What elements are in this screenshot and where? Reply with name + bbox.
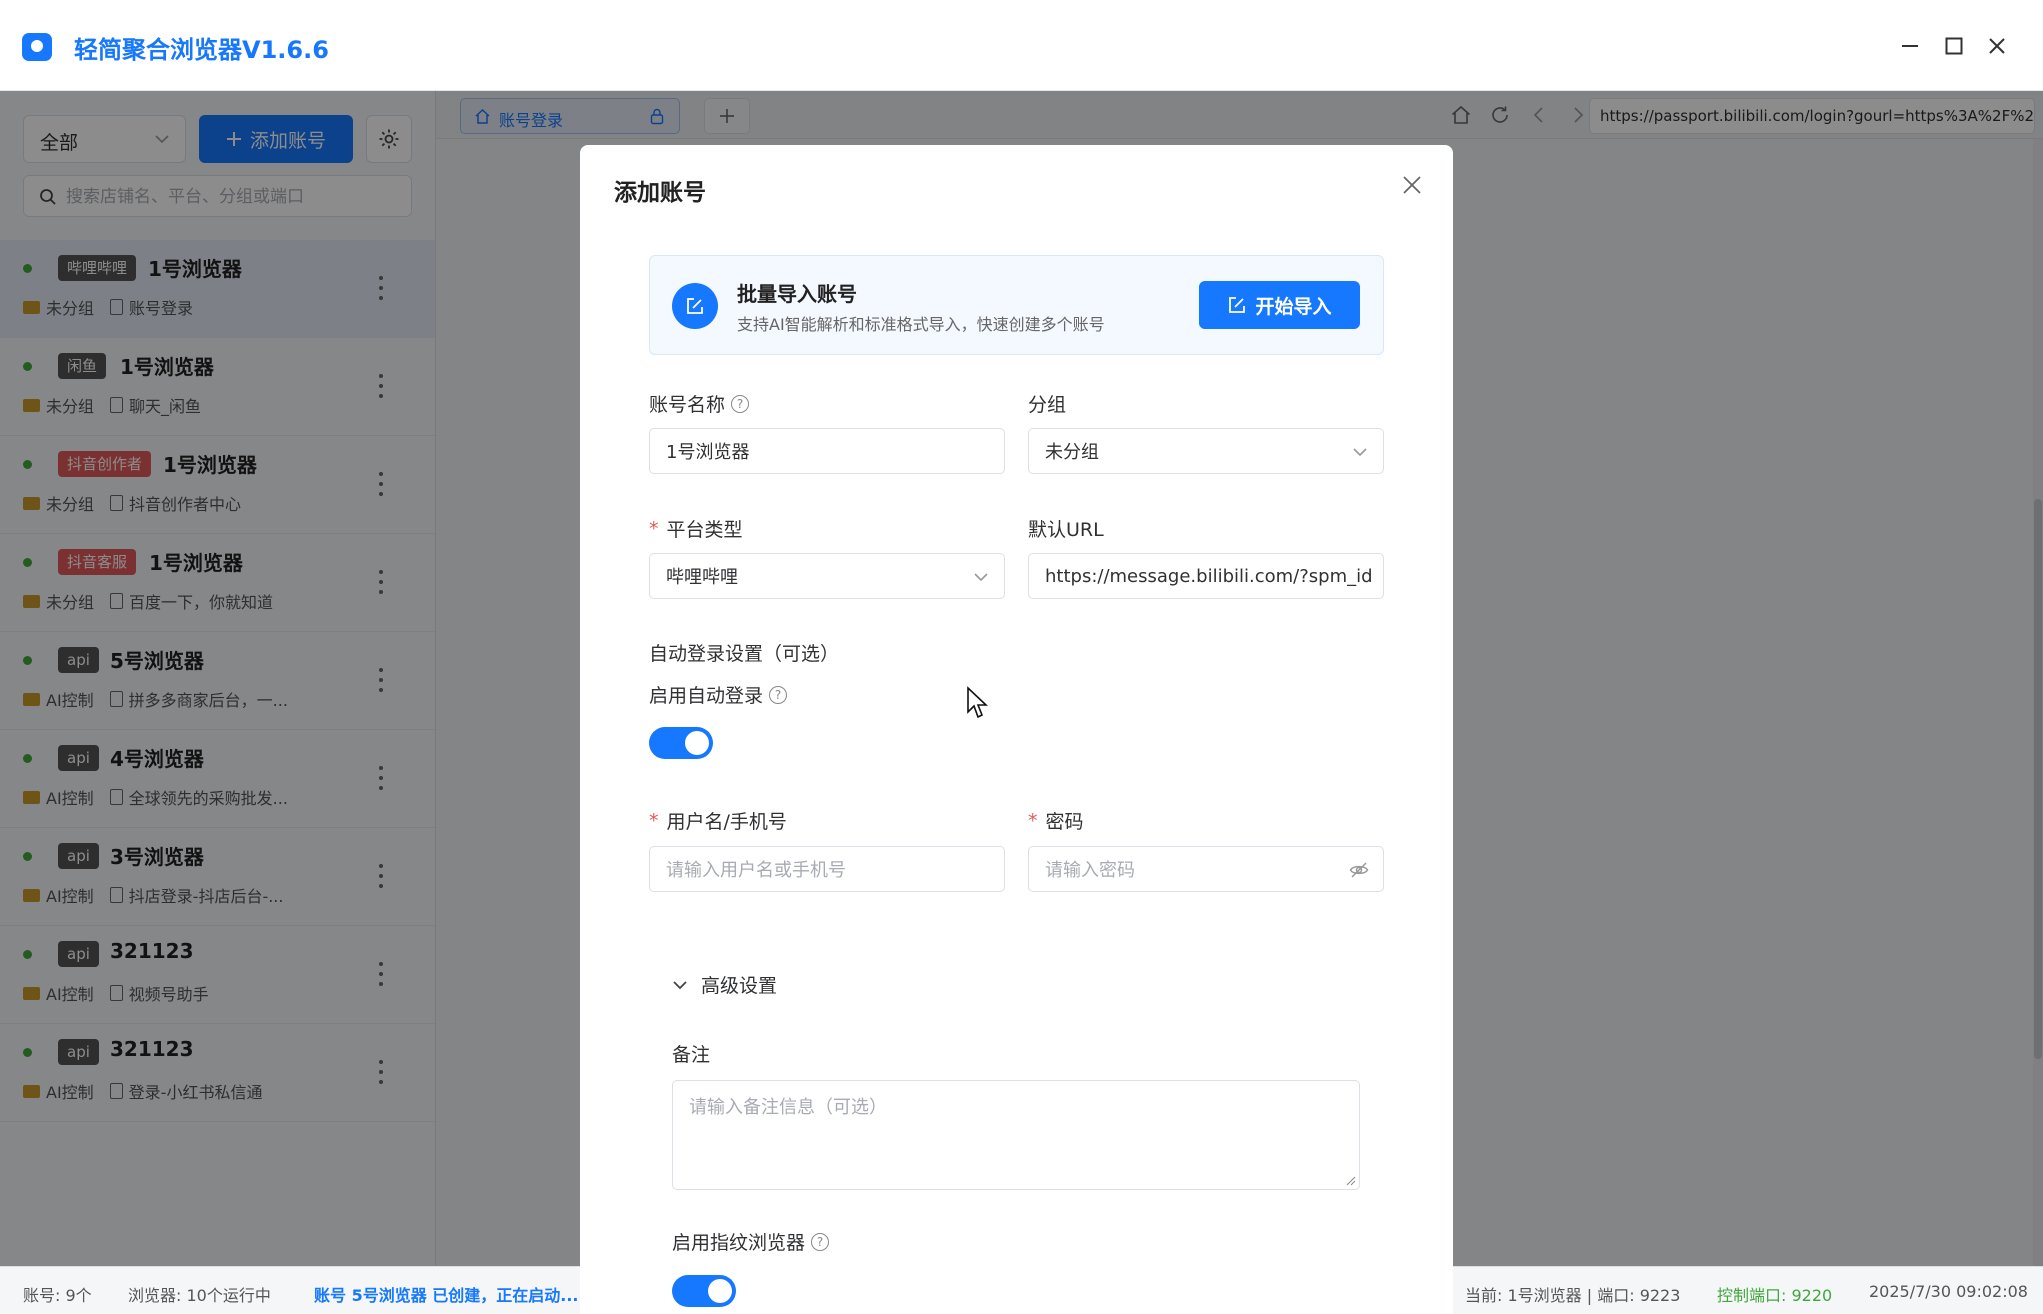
dialog-close-button[interactable]	[1398, 171, 1426, 199]
advanced-settings-toggle[interactable]: 高级设置	[671, 971, 777, 998]
default-url-label: 默认URL	[1028, 519, 1104, 541]
title-bar: 轻简聚合浏览器V1.6.6	[0, 0, 2043, 91]
start-import-button[interactable]: 开始导入	[1199, 281, 1360, 329]
app-logo-icon	[22, 33, 52, 61]
platform-label-text: 平台类型	[666, 519, 743, 541]
platform-label: * 平台类型	[649, 515, 743, 542]
remark-placeholder: 请输入备注信息（可选）	[689, 1097, 887, 1118]
advanced-settings-label: 高级设置	[701, 975, 778, 997]
password-input[interactable]: 请输入密码	[1028, 846, 1384, 892]
resize-handle-icon[interactable]	[1346, 1176, 1356, 1186]
mouse-cursor-icon	[967, 686, 988, 719]
close-window-button[interactable]	[1977, 26, 2017, 66]
maximize-button[interactable]	[1934, 26, 1974, 66]
username-input[interactable]: 请输入用户名或手机号	[649, 846, 1005, 892]
required-mark: *	[649, 809, 659, 832]
import-description: 支持AI智能解析和标准格式导入，快速创建多个账号	[737, 315, 1105, 334]
remark-label: 备注	[672, 1044, 711, 1066]
group-select[interactable]: 未分组	[1028, 428, 1384, 474]
group-select-value: 未分组	[1045, 442, 1099, 463]
status-browser-count: 浏览器: 10个运行中	[128, 1286, 271, 1305]
chevron-down-icon	[974, 573, 988, 582]
help-icon[interactable]: ?	[811, 1232, 830, 1251]
status-current: 当前: 1号浏览器 | 端口: 9223	[1465, 1286, 1681, 1305]
help-icon[interactable]: ?	[769, 685, 788, 704]
edit-icon	[1229, 297, 1246, 313]
autologin-label: 启用自动登录 ?	[649, 681, 788, 708]
username-label: * 用户名/手机号	[649, 807, 787, 834]
status-control-port: 控制端口: 9220	[1717, 1286, 1833, 1305]
maximize-icon	[1945, 37, 1963, 55]
username-label-text: 用户名/手机号	[666, 811, 787, 833]
help-icon[interactable]: ?	[731, 394, 750, 413]
status-account-count: 账号: 9个	[23, 1286, 92, 1305]
batch-import-card: 批量导入账号 支持AI智能解析和标准格式导入，快速创建多个账号 开始导入	[649, 255, 1384, 355]
default-url-input[interactable]: https://message.bilibili.com/?spm_id	[1028, 553, 1384, 599]
status-datetime: 2025/7/30 09:02:08	[1869, 1282, 2028, 1301]
password-label: * 密码	[1028, 807, 1084, 834]
status-message: 账号 5号浏览器 已创建，正在启动...	[314, 1286, 579, 1305]
import-icon	[672, 283, 718, 329]
chevron-down-icon	[673, 980, 687, 989]
required-mark: *	[649, 517, 659, 540]
import-title: 批量导入账号	[737, 282, 857, 306]
autologin-toggle[interactable]	[649, 727, 713, 759]
dialog-title: 添加账号	[614, 180, 706, 206]
required-mark: *	[1028, 809, 1038, 832]
platform-select[interactable]: 哔哩哔哩	[649, 553, 1005, 599]
password-placeholder: 请输入密码	[1045, 860, 1135, 881]
account-name-input[interactable]: 1号浏览器	[649, 428, 1005, 474]
minimize-icon	[1902, 45, 1918, 47]
add-account-dialog: 添加账号 批量导入账号 支持AI智能解析和标准格式导入，快速创建多个账号 开始导…	[580, 145, 1453, 1314]
platform-select-value: 哔哩哔哩	[666, 567, 738, 588]
autologin-section-title: 自动登录设置（可选）	[649, 643, 840, 665]
account-name-label: 账号名称 ?	[649, 390, 750, 417]
close-icon	[1989, 38, 2005, 54]
minimize-button[interactable]	[1890, 26, 1930, 66]
app-title: 轻简聚合浏览器V1.6.6	[74, 36, 329, 64]
group-label: 分组	[1028, 394, 1067, 416]
close-icon	[1403, 176, 1421, 194]
fingerprint-label-text: 启用指纹浏览器	[672, 1232, 806, 1254]
remark-textarea[interactable]: 请输入备注信息（可选）	[672, 1080, 1360, 1190]
start-import-label: 开始导入	[1255, 295, 1332, 318]
fingerprint-toggle[interactable]	[672, 1275, 736, 1307]
account-name-label-text: 账号名称	[649, 394, 726, 416]
autologin-label-text: 启用自动登录	[649, 685, 764, 707]
password-label-text: 密码	[1045, 811, 1084, 833]
eye-off-icon[interactable]	[1349, 860, 1369, 880]
fingerprint-label: 启用指纹浏览器 ?	[672, 1228, 830, 1255]
chevron-down-icon	[1353, 448, 1367, 457]
